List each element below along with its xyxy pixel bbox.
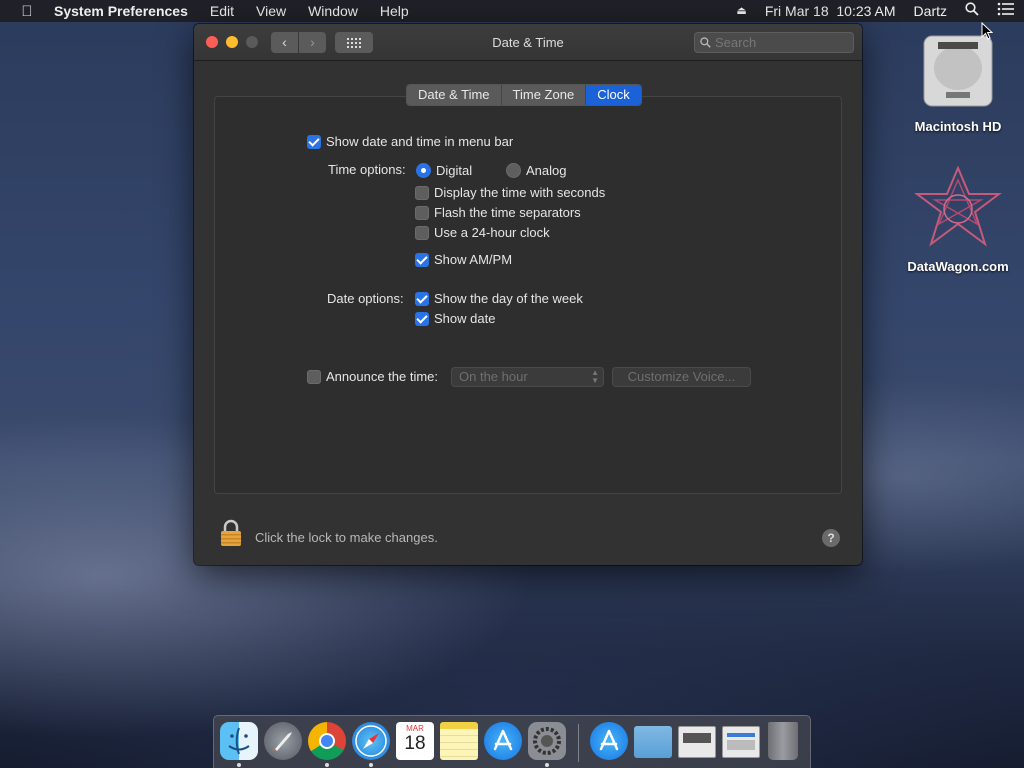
dock-app-store-folder-icon[interactable] <box>590 722 628 760</box>
announce-interval-popup[interactable]: On the hour ▲ ▼ <box>451 367 604 387</box>
announce-checkbox[interactable] <box>307 369 321 384</box>
date-options-label: Date options: <box>327 291 404 306</box>
dock-chrome-icon[interactable] <box>308 722 346 760</box>
show-date-row[interactable]: Show date <box>415 311 495 326</box>
analog-label: Analog <box>526 163 567 178</box>
menu-edit[interactable]: Edit <box>199 0 245 22</box>
eject-icon[interactable]: ⏏ <box>727 0 755 22</box>
h24-checkbox[interactable] <box>415 225 429 240</box>
day-of-week-row[interactable]: Show the day of the week <box>415 291 583 306</box>
analog-radio-row[interactable]: Analog <box>506 163 566 178</box>
preferences-window: ‹ › Date & Time Date & Time Time Zone Cl… <box>194 24 862 565</box>
dock-system-preferences-icon[interactable] <box>528 722 566 760</box>
ampm-row[interactable]: Show AM/PM <box>415 252 512 267</box>
dock-finder-icon[interactable] <box>220 722 258 760</box>
search-input[interactable] <box>715 35 845 50</box>
menu-bar:  System Preferences Edit View Window He… <box>0 0 1024 22</box>
dock-calendar-icon[interactable]: MAR 18 <box>396 722 434 760</box>
star-polygon-icon <box>914 165 1002 247</box>
mouse-cursor-icon <box>981 22 993 40</box>
time-options-label: Time options: <box>328 162 406 177</box>
announce-label: Announce the time: <box>326 369 439 384</box>
h24-row[interactable]: Use a 24-hour clock <box>415 225 550 240</box>
show-in-menubar-row[interactable]: Show date and time in menu bar <box>307 134 513 149</box>
dock-safari-icon[interactable] <box>352 722 390 760</box>
day-of-week-label: Show the day of the week <box>434 291 583 306</box>
analog-radio[interactable] <box>506 163 521 178</box>
dock: MAR 18 <box>213 715 811 768</box>
seconds-label: Display the time with seconds <box>434 185 606 200</box>
flash-checkbox[interactable] <box>415 205 429 220</box>
title-bar[interactable]: ‹ › Date & Time <box>194 24 862 61</box>
tab-bar: Date & Time Time Zone Clock <box>406 84 642 106</box>
show-date-checkbox[interactable] <box>415 311 429 326</box>
digital-label: Digital <box>436 163 473 178</box>
dock-running-indicator <box>369 763 373 767</box>
dock-notes-icon[interactable] <box>440 722 478 760</box>
show-in-menubar-label: Show date and time in menu bar <box>326 134 514 149</box>
desktop-icon-datawagon[interactable]: DataWagon.com <box>900 165 1016 274</box>
h24-label: Use a 24-hour clock <box>434 225 550 240</box>
calendar-day: 18 <box>404 733 426 754</box>
customize-voice-button[interactable]: Customize Voice... <box>612 367 751 387</box>
search-field[interactable] <box>694 32 854 53</box>
menu-help[interactable]: Help <box>369 0 420 22</box>
desktop-icon-label: DataWagon.com <box>907 259 1009 274</box>
tab-time-zone[interactable]: Time Zone <box>501 85 587 105</box>
menu-app-name[interactable]: System Preferences <box>54 0 199 22</box>
dock-running-indicator <box>237 763 241 767</box>
dock-separator <box>578 724 579 762</box>
hard-drive-icon <box>923 35 993 107</box>
dock-launchpad-icon[interactable] <box>264 722 302 760</box>
date-options-text: Date options: <box>327 291 404 306</box>
tab-date-time[interactable]: Date & Time <box>407 85 502 105</box>
announce-row[interactable]: Announce the time: <box>307 369 438 384</box>
announce-interval-value: On the hour <box>459 369 528 384</box>
spotlight-search-icon[interactable] <box>956 0 988 22</box>
digital-radio[interactable] <box>416 163 431 178</box>
flash-row[interactable]: Flash the time separators <box>415 205 581 220</box>
menu-view[interactable]: View <box>245 0 297 22</box>
seconds-row[interactable]: Display the time with seconds <box>415 185 605 200</box>
show-date-label: Show date <box>434 311 496 326</box>
tab-clock[interactable]: Clock <box>586 85 641 105</box>
apple-menu-icon[interactable]:  <box>0 3 54 20</box>
search-icon <box>700 37 711 48</box>
time-options-text: Time options: <box>328 162 406 177</box>
dock-running-indicator <box>545 763 549 767</box>
menubar-clock[interactable]: Fri Mar 18 10:23 AM <box>756 0 905 22</box>
desktop-icon-macintosh-hd[interactable]: Macintosh HD <box>904 30 1012 134</box>
lock-text: Click the lock to make changes. <box>255 530 438 545</box>
ampm-checkbox[interactable] <box>415 252 429 267</box>
desktop-icon-label: Macintosh HD <box>914 119 1002 134</box>
dock-running-indicator <box>325 763 329 767</box>
menubar-user[interactable]: Dartz <box>905 0 956 22</box>
show-in-menubar-checkbox[interactable] <box>307 134 321 149</box>
digital-radio-row[interactable]: Digital <box>416 163 472 178</box>
menu-window[interactable]: Window <box>297 0 369 22</box>
updown-chevron-icon: ▲ ▼ <box>591 368 599 385</box>
dock-trash-icon[interactable] <box>768 722 798 760</box>
dock-app-store-icon[interactable] <box>484 722 522 760</box>
help-button[interactable]: ? <box>822 529 840 547</box>
seconds-checkbox[interactable] <box>415 185 429 200</box>
notification-center-icon[interactable] <box>988 0 1024 22</box>
day-of-week-checkbox[interactable] <box>415 291 429 306</box>
lock-icon[interactable] <box>220 519 242 547</box>
flash-label: Flash the time separators <box>434 205 581 220</box>
dock-screenshot-icon[interactable] <box>722 726 760 758</box>
dock-folder-icon[interactable] <box>634 726 672 758</box>
ampm-label: Show AM/PM <box>434 252 513 267</box>
calendar-month: MAR <box>406 724 424 733</box>
dock-screenshot-icon[interactable] <box>678 726 716 758</box>
